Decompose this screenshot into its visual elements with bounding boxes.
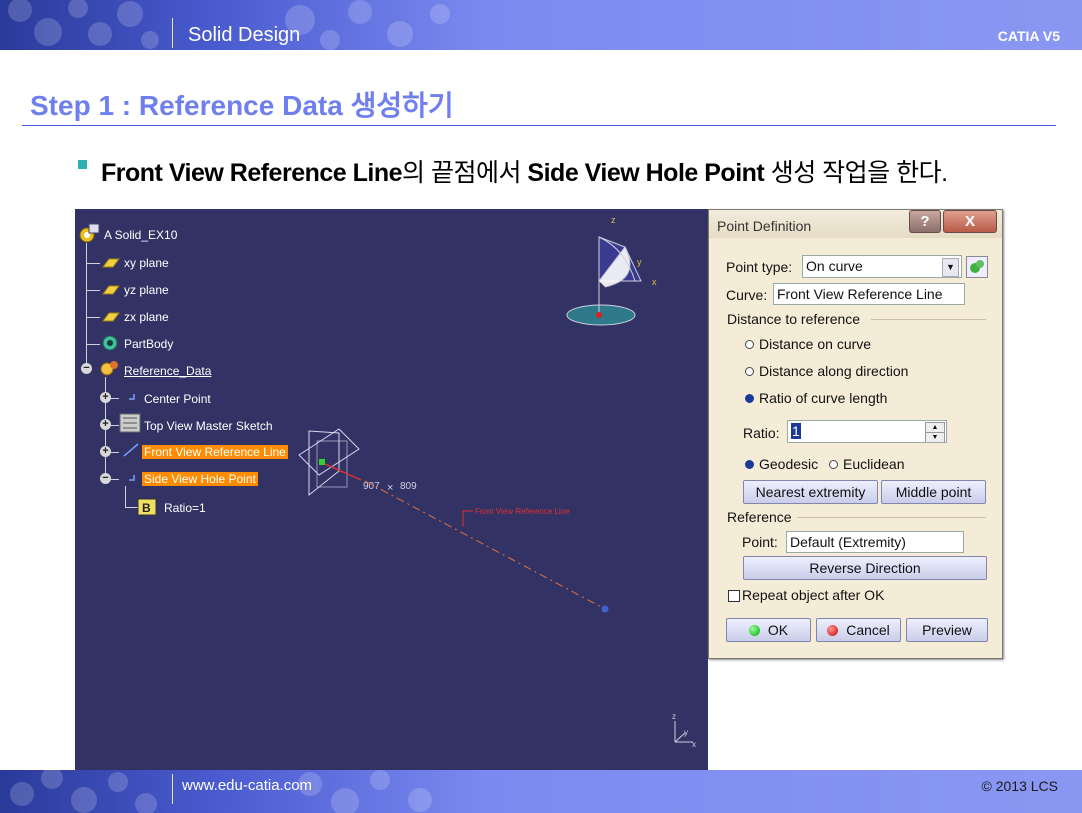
dialog-titlebar[interactable]: Point Definition ? X (709, 210, 1002, 238)
svg-text:z: z (672, 712, 676, 721)
point-type-select[interactable]: On curve ▼ (802, 255, 962, 278)
ok-led-icon (748, 625, 760, 636)
spin-down-icon[interactable]: ▼ (925, 432, 945, 442)
distance-group-label: Distance to reference (727, 311, 861, 327)
reference-group-label: Reference (727, 509, 792, 525)
ratio-value: 1 (791, 423, 801, 439)
radio-distance-along-direction[interactable] (745, 367, 754, 376)
stacking-commands-icon[interactable] (966, 256, 988, 278)
ratio-spinner[interactable]: 1 ▲ ▼ (787, 420, 947, 443)
distance-along-direction-label: Distance along direction (759, 363, 909, 379)
svg-text:z: z (611, 215, 616, 225)
curve-field[interactable]: Front View Reference Line (773, 283, 965, 305)
compass-icon: z y x (566, 215, 657, 326)
reverse-direction-button[interactable]: Reverse Direction (743, 556, 987, 580)
radio-ratio-of-curve-length[interactable] (745, 394, 754, 403)
chevron-down-icon[interactable]: ▼ (942, 258, 959, 277)
dim-label-1: 907 (363, 481, 380, 492)
plane-planes-symbol (298, 428, 360, 497)
footer-separator (172, 774, 173, 804)
reference-line (364, 480, 606, 610)
bullet-text: Front View Reference Line의 끝점에서 Side Vie… (101, 153, 948, 189)
center-point-mark (319, 459, 325, 465)
line-endpoint (601, 605, 609, 613)
header-banner: Solid Design CATIA V5 (0, 0, 1082, 50)
group-divider (797, 517, 986, 518)
close-button[interactable]: X (943, 210, 997, 233)
svg-text:y: y (637, 257, 642, 267)
curve-label: Curve: (726, 287, 768, 303)
axis-triad-icon: z y x (672, 712, 696, 749)
point-type-label: Point type: (726, 259, 793, 275)
distance-on-curve-label: Distance on curve (759, 336, 872, 352)
bullet-marker (78, 160, 87, 169)
point-label: Point: (742, 534, 778, 550)
middle-point-button[interactable]: Middle point (881, 480, 986, 504)
footer-copyright: © 2013 LCS (981, 778, 1058, 794)
header-title: Solid Design (188, 24, 301, 46)
catia-viewport[interactable]: B − + + + − A Solid_EX10 xy plane yz pla… (75, 209, 708, 770)
header-brand: CATIA V5 (997, 28, 1060, 44)
3d-scene: 907 × 809 Front View Reference Line z y … (298, 215, 696, 749)
point-definition-dialog[interactable]: Point Definition ? X Point type: On curv… (708, 209, 1003, 659)
bullet-part3: Side View Hole Point (527, 159, 765, 187)
cancel-label: Cancel (846, 622, 890, 638)
nearest-extremity-button[interactable]: Nearest extremity (743, 480, 878, 504)
footer-banner: www.edu-catia.com © 2013 LCS (0, 770, 1082, 813)
repeat-object-label: Repeat object after OK (742, 587, 885, 603)
help-button[interactable]: ? (909, 210, 941, 233)
ok-label: OK (767, 622, 789, 638)
dim-label-2: 809 (400, 481, 417, 492)
ratio-of-curve-length-label: Ratio of curve length (759, 390, 888, 406)
preview-button[interactable]: Preview (906, 618, 988, 642)
cancel-led-icon (827, 625, 839, 636)
reference-point-field[interactable]: Default (Extremity) (786, 531, 964, 553)
footer-website-link[interactable]: www.edu-catia.com (182, 777, 312, 794)
svg-text:x: x (652, 277, 657, 287)
step-title: Step 1 : Reference Data 생성하기 (30, 90, 454, 121)
ok-button[interactable]: OK (726, 618, 811, 642)
radio-geodesic[interactable] (745, 460, 754, 469)
ratio-label: Ratio: (743, 425, 780, 441)
bullet-part1: Front View Reference Line (101, 159, 403, 187)
euclidean-label: Euclidean (843, 456, 905, 472)
bullet-part2: 의 끝점에서 (402, 159, 528, 187)
line-label: Front View Reference Line (475, 507, 570, 516)
group-divider (871, 319, 986, 320)
cross-mark: × (387, 482, 393, 494)
radio-euclidean[interactable] (829, 460, 838, 469)
point-type-value: On curve (806, 258, 863, 274)
svg-text:y: y (684, 728, 688, 737)
header-separator (172, 18, 173, 48)
bullet-part4: 생성 작업을 한다. (764, 159, 948, 187)
dialog-title: Point Definition (717, 218, 812, 234)
radio-distance-on-curve[interactable] (745, 340, 754, 349)
geodesic-label: Geodesic (759, 456, 819, 472)
cancel-button[interactable]: Cancel (816, 618, 901, 642)
svg-text:x: x (692, 740, 696, 749)
label-leader (462, 510, 473, 527)
title-underline (22, 125, 1056, 126)
repeat-object-checkbox[interactable] (728, 590, 740, 602)
